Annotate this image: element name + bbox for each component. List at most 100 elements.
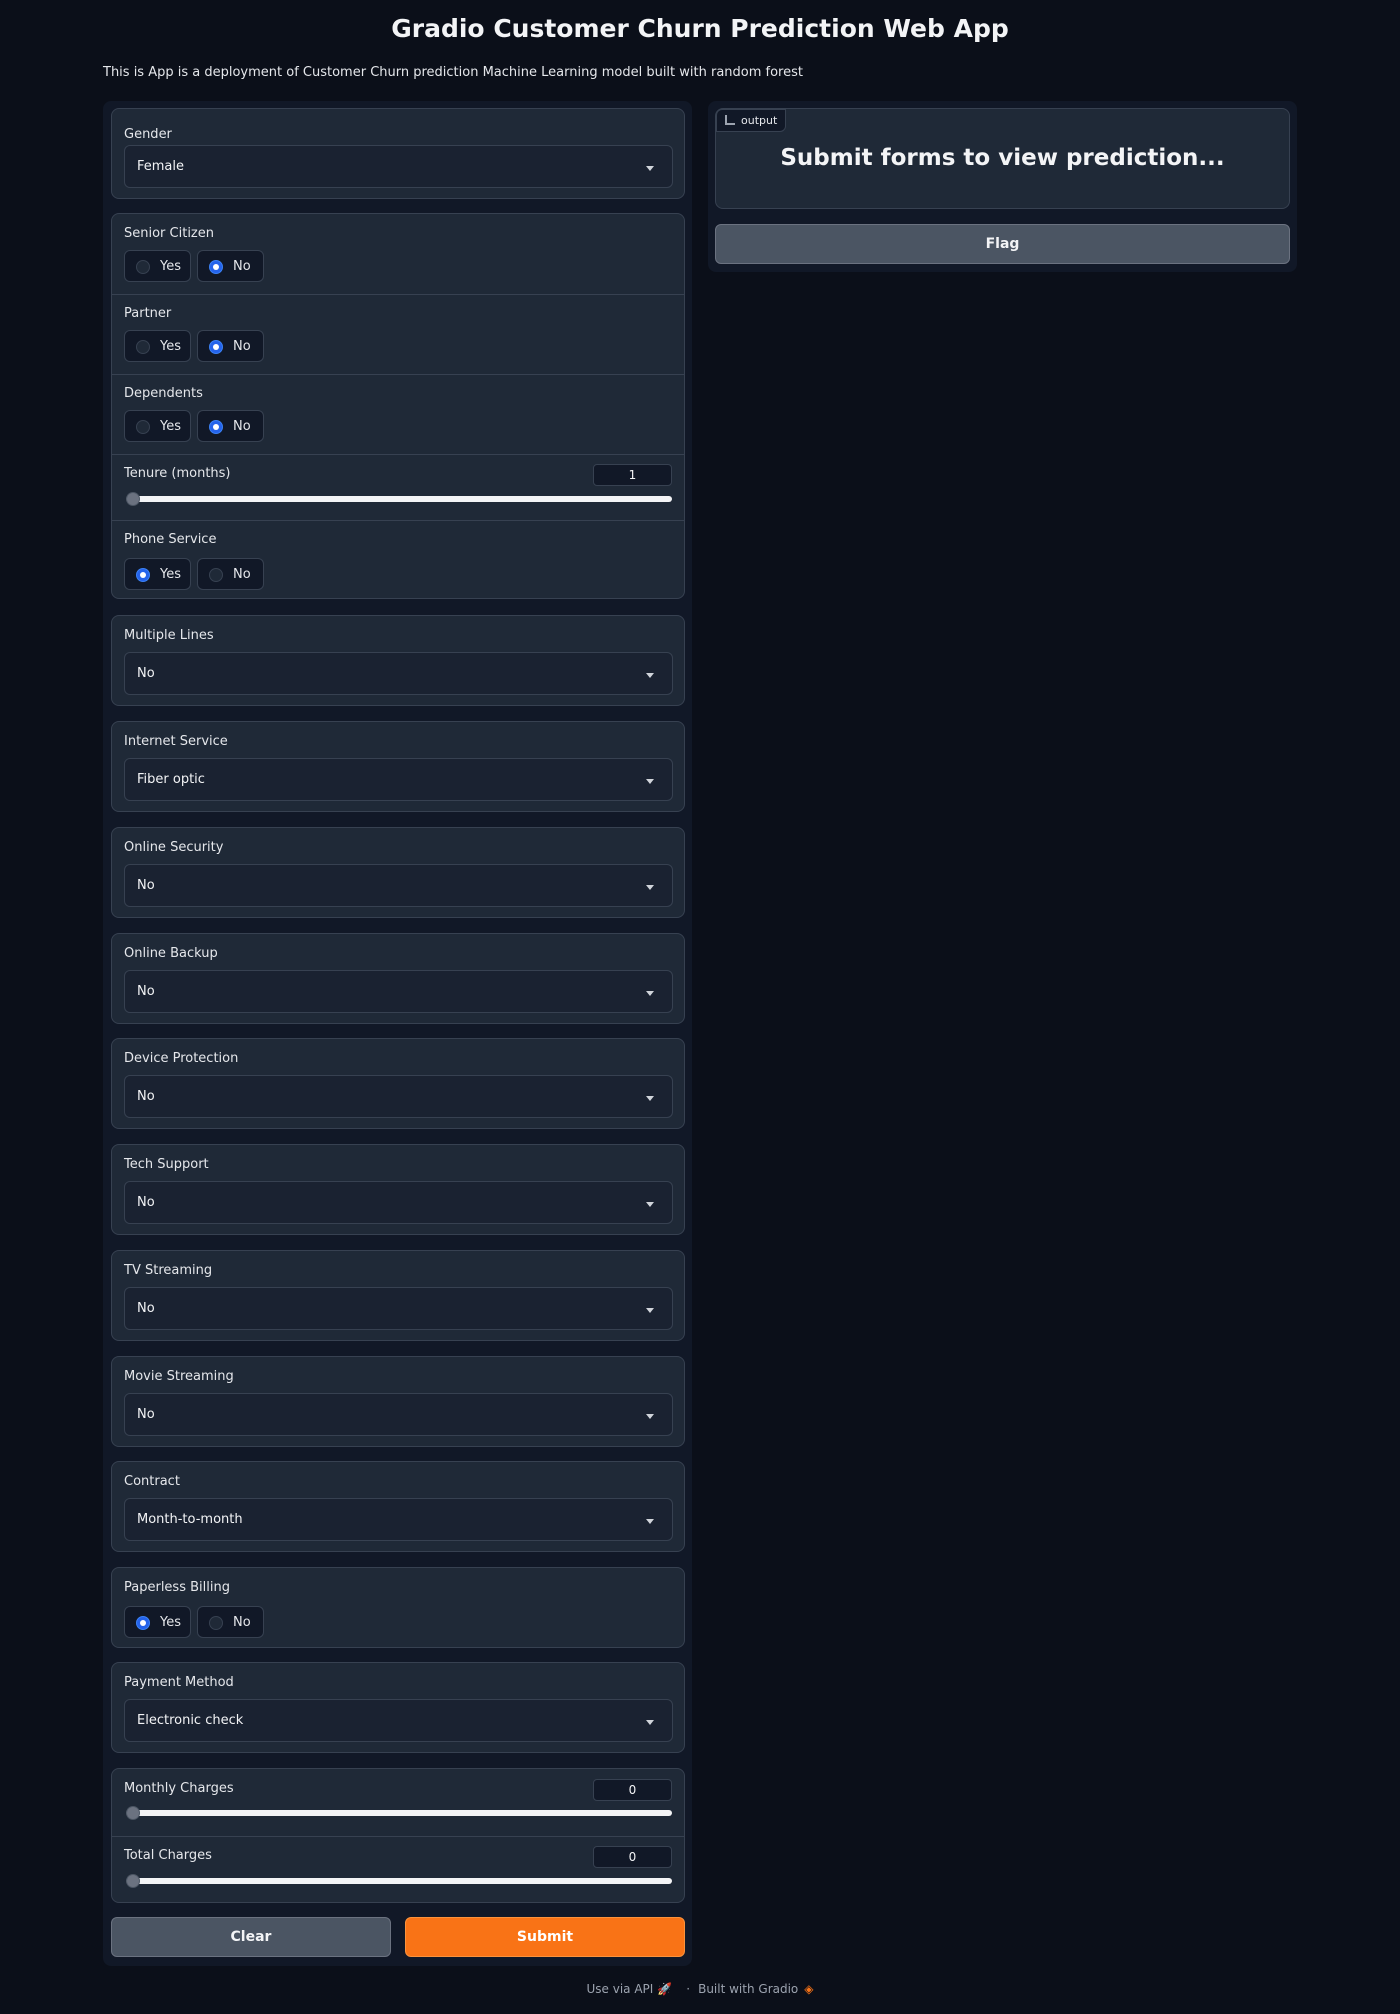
payment-method-dropdown[interactable]: Electronic check xyxy=(124,1699,673,1742)
contract-value: Month-to-month xyxy=(137,1512,243,1527)
movie-streaming-block: Movie Streaming No xyxy=(111,1356,685,1447)
radio-indicator xyxy=(209,260,223,274)
total-charges-slider[interactable] xyxy=(126,1874,672,1888)
built-with-gradio-link[interactable]: Built with Gradio xyxy=(698,1982,798,1996)
output-box: output Submit forms to view prediction..… xyxy=(715,108,1290,209)
contract-block: Contract Month-to-month xyxy=(111,1461,685,1552)
radio-label: Yes xyxy=(160,1615,181,1630)
tech-support-dropdown[interactable]: No xyxy=(124,1181,673,1224)
radio-indicator xyxy=(136,260,150,274)
phone-service-no-radio[interactable]: No xyxy=(197,558,264,590)
slider-handle[interactable] xyxy=(126,492,140,506)
radio-label: No xyxy=(233,339,251,354)
radio-indicator xyxy=(136,340,150,354)
senior-citizen-label: Senior Citizen xyxy=(124,226,214,241)
radio-label: Yes xyxy=(160,259,181,274)
dependents-yes-radio[interactable]: Yes xyxy=(124,410,191,442)
radio-label: Yes xyxy=(160,339,181,354)
partner-no-radio[interactable]: No xyxy=(197,330,264,362)
partner-label: Partner xyxy=(124,306,172,321)
chevron-down-icon xyxy=(646,1414,654,1419)
online-security-block: Online Security No xyxy=(111,827,685,918)
slider-handle[interactable] xyxy=(126,1806,140,1820)
payment-method-value: Electronic check xyxy=(137,1713,244,1728)
gender-dropdown[interactable]: Female xyxy=(124,145,673,188)
phone-service-field: Phone Service Yes No xyxy=(112,520,684,600)
chevron-down-icon xyxy=(646,1720,654,1725)
slider-handle[interactable] xyxy=(126,1874,140,1888)
contract-dropdown[interactable]: Month-to-month xyxy=(124,1498,673,1541)
internet-service-label: Internet Service xyxy=(124,734,228,749)
gradio-logo-icon: ◈ xyxy=(804,1982,814,1996)
chevron-down-icon xyxy=(646,166,654,171)
output-tag: output xyxy=(716,109,787,132)
online-backup-value: No xyxy=(137,984,155,999)
senior-citizen-yes-radio[interactable]: Yes xyxy=(124,250,191,282)
tv-streaming-dropdown[interactable]: No xyxy=(124,1287,673,1330)
output-panel: output Submit forms to view prediction..… xyxy=(708,101,1297,272)
internet-service-block: Internet Service Fiber optic xyxy=(111,721,685,812)
payment-method-label: Payment Method xyxy=(124,1675,234,1690)
total-charges-label: Total Charges xyxy=(124,1848,212,1863)
total-charges-number-input[interactable]: 0 xyxy=(593,1846,672,1868)
tenure-slider[interactable] xyxy=(126,492,672,506)
device-protection-dropdown[interactable]: No xyxy=(124,1075,673,1118)
chevron-down-icon xyxy=(646,779,654,784)
chevron-down-icon xyxy=(646,991,654,996)
chevron-down-icon xyxy=(646,885,654,890)
submit-button[interactable]: Submit xyxy=(405,1917,685,1957)
flag-button[interactable]: Flag xyxy=(715,224,1290,264)
monthly-charges-number-input[interactable]: 0 xyxy=(593,1779,672,1801)
multiple-lines-dropdown[interactable]: No xyxy=(124,652,673,695)
radio-indicator xyxy=(136,1616,150,1630)
radio-label: Yes xyxy=(160,419,181,434)
chevron-down-icon xyxy=(646,1308,654,1313)
senior-citizen-field: Senior Citizen Yes No xyxy=(112,214,684,294)
page-title: Gradio Customer Churn Prediction Web App xyxy=(391,14,1009,43)
online-backup-block: Online Backup No xyxy=(111,933,685,1024)
partner-yes-radio[interactable]: Yes xyxy=(124,330,191,362)
paperless-billing-no-radio[interactable]: No xyxy=(197,1606,264,1638)
tech-support-block: Tech Support No xyxy=(111,1144,685,1235)
tech-support-value: No xyxy=(137,1195,155,1210)
output-tag-label: output xyxy=(741,114,778,127)
paperless-billing-label: Paperless Billing xyxy=(124,1580,230,1595)
chevron-down-icon xyxy=(646,673,654,678)
dependents-no-radio[interactable]: No xyxy=(197,410,264,442)
radio-indicator xyxy=(136,420,150,434)
gender-label: Gender xyxy=(124,127,172,142)
tenure-number-input[interactable]: 1 xyxy=(593,464,672,486)
input-panel: Gender Female Senior Citizen Yes No Part… xyxy=(103,101,692,1966)
movie-streaming-value: No xyxy=(137,1407,155,1422)
tenure-label: Tenure (months) xyxy=(124,466,231,481)
output-text: Submit forms to view prediction... xyxy=(780,145,1225,171)
online-backup-dropdown[interactable]: No xyxy=(124,970,673,1013)
radio-indicator xyxy=(209,340,223,354)
monthly-charges-field: Monthly Charges 0 xyxy=(112,1769,684,1836)
radio-label: No xyxy=(233,259,251,274)
online-backup-label: Online Backup xyxy=(124,946,218,961)
contract-label: Contract xyxy=(124,1474,180,1489)
radio-label: Yes xyxy=(160,567,181,582)
internet-service-dropdown[interactable]: Fiber optic xyxy=(124,758,673,801)
monthly-charges-label: Monthly Charges xyxy=(124,1781,234,1796)
monthly-charges-slider[interactable] xyxy=(126,1806,672,1820)
online-security-dropdown[interactable]: No xyxy=(124,864,673,907)
phone-service-yes-radio[interactable]: Yes xyxy=(124,558,191,590)
senior-citizen-no-radio[interactable]: No xyxy=(197,250,264,282)
payment-method-block: Payment Method Electronic check xyxy=(111,1662,685,1753)
device-protection-value: No xyxy=(137,1089,155,1104)
tv-streaming-block: TV Streaming No xyxy=(111,1250,685,1341)
clear-button[interactable]: Clear xyxy=(111,1917,391,1957)
use-via-api-link[interactable]: Use via API xyxy=(586,1982,653,1996)
device-protection-block: Device Protection No xyxy=(111,1038,685,1129)
tenure-field: Tenure (months) 1 xyxy=(112,454,684,520)
dependents-label: Dependents xyxy=(124,386,203,401)
gender-block: Gender Female xyxy=(111,108,685,199)
tv-streaming-label: TV Streaming xyxy=(124,1263,213,1278)
paperless-billing-yes-radio[interactable]: Yes xyxy=(124,1606,191,1638)
movie-streaming-dropdown[interactable]: No xyxy=(124,1393,673,1436)
footer: Use via API 🚀 · Built with Gradio ◈ xyxy=(0,1982,1400,1996)
footer-separator: · xyxy=(686,1982,691,1996)
tech-support-label: Tech Support xyxy=(124,1157,209,1172)
